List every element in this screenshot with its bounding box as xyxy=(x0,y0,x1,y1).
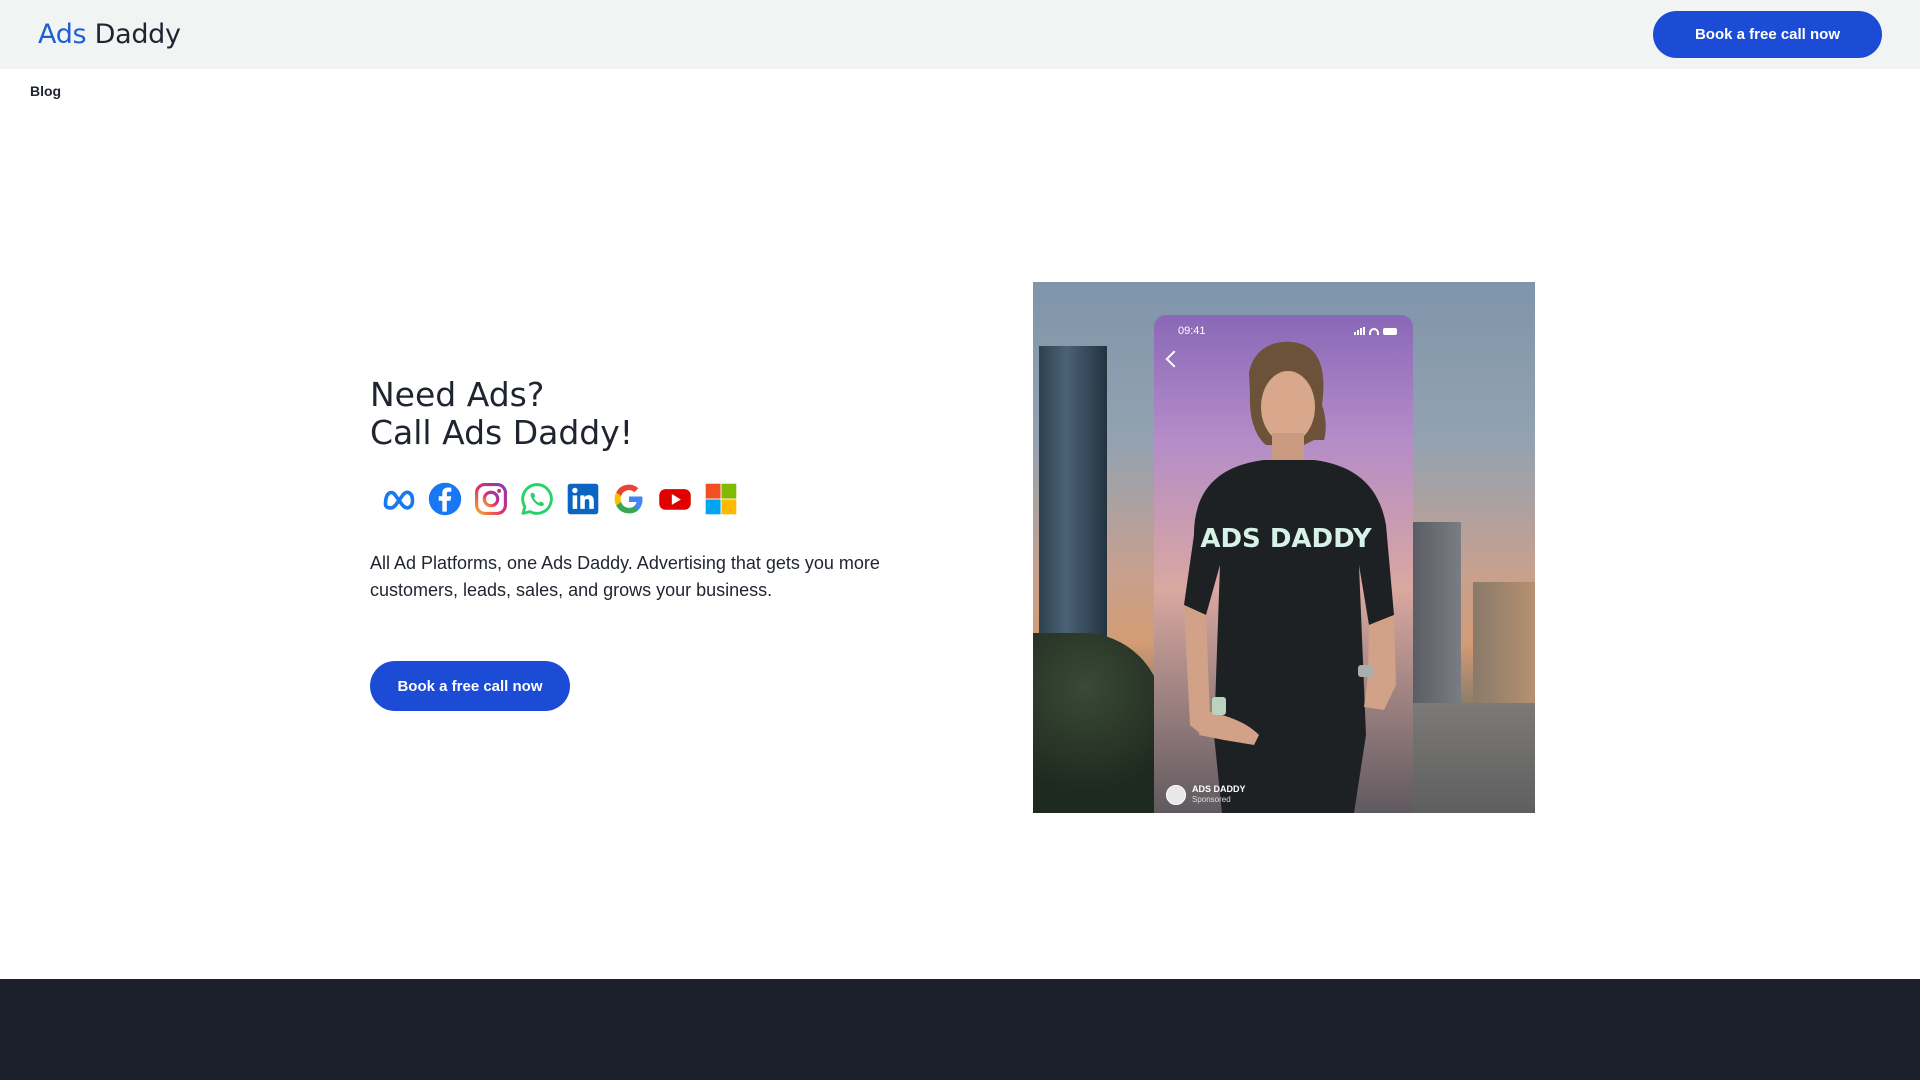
sponsor-tag: ADS DADDY Sponsored xyxy=(1166,784,1246,805)
headline-line-2: Call Ads Daddy! xyxy=(370,413,634,452)
logo[interactable]: Ads Daddy xyxy=(38,19,181,50)
nav-link-blog[interactable]: Blog xyxy=(30,83,61,99)
google-icon xyxy=(606,480,652,518)
logo-word-ads: Ads xyxy=(38,19,87,50)
logo-word-daddy: Daddy xyxy=(94,19,181,50)
platform-icons xyxy=(376,480,910,518)
whatsapp-icon xyxy=(514,480,560,518)
battery-icon xyxy=(1383,328,1397,335)
hero-section: Need Ads? Call Ads Daddy! All Ad Platfor… xyxy=(370,376,910,711)
trees xyxy=(1033,633,1163,813)
youtube-icon xyxy=(652,480,698,518)
facebook-icon xyxy=(422,480,468,518)
headline-line-1: Need Ads? xyxy=(370,375,545,414)
status-icons xyxy=(1354,327,1397,335)
avatar xyxy=(1166,784,1186,805)
microsoft-icon xyxy=(698,480,744,518)
linkedin-icon xyxy=(560,480,606,518)
top-bar: Ads Daddy Book a free call now xyxy=(0,0,1920,69)
status-time: 09:41 xyxy=(1178,325,1206,337)
wifi-icon xyxy=(1369,328,1379,335)
book-call-button-hero[interactable]: Book a free call now xyxy=(370,661,570,711)
hero-description: All Ad Platforms, one Ads Daddy. Adverti… xyxy=(370,553,880,600)
book-call-button-header[interactable]: Book a free call now xyxy=(1653,11,1882,58)
sponsor-account-name: ADS DADDY xyxy=(1192,784,1246,794)
ad-preview-image: ADS DADDY 09:41 ADS DADDY Sponsored xyxy=(1033,282,1535,813)
hero-headline: Need Ads? Call Ads Daddy! xyxy=(370,376,910,452)
shirt-text: ADS DADDY xyxy=(1200,524,1372,554)
instagram-icon xyxy=(468,480,514,518)
meta-icon xyxy=(376,480,422,518)
footer xyxy=(0,979,1920,1080)
person-photo: ADS DADDY xyxy=(1184,341,1396,813)
signal-icon xyxy=(1354,327,1365,335)
phone-mockup: ADS DADDY 09:41 ADS DADDY Sponsored xyxy=(1154,315,1413,813)
sponsored-label: Sponsored xyxy=(1192,795,1231,804)
